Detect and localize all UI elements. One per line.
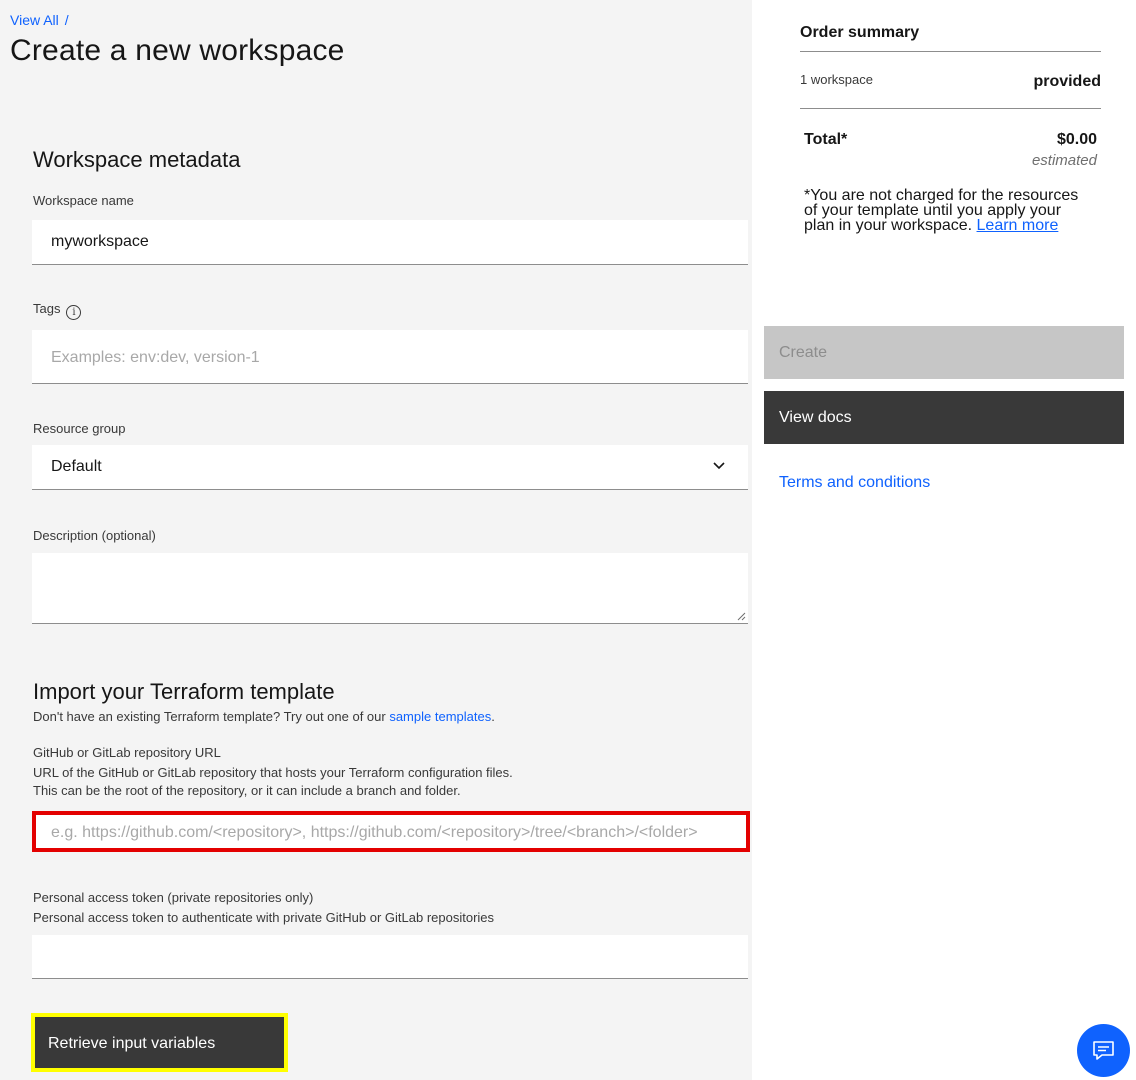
- repo-url-help-2: This can be the root of the repository, …: [33, 783, 461, 798]
- total-label: Total*: [804, 131, 848, 148]
- chat-button[interactable]: [1077, 1024, 1130, 1077]
- breadcrumb-separator: /: [64, 12, 69, 28]
- tags-placeholder: Examples: env:dev, version-1: [51, 349, 260, 366]
- summary-divider: [800, 108, 1101, 109]
- view-docs-button[interactable]: View docs: [764, 391, 1124, 444]
- chevron-down-icon: [713, 462, 725, 470]
- token-help: Personal access token to authenticate wi…: [33, 910, 495, 925]
- workspace-metadata-heading: Workspace metadata: [33, 147, 241, 172]
- summary-panel: Order summary 1 workspace provided Total…: [752, 0, 1136, 1080]
- repo-url-placeholder: e.g. https://github.com/<repository>, ht…: [51, 824, 698, 841]
- summary-divider: [800, 51, 1101, 52]
- token-label: Personal access token (private repositor…: [33, 890, 314, 905]
- breadcrumb: View All /: [10, 12, 69, 28]
- charge-note: *You are not charged for the resources o…: [804, 188, 1094, 234]
- total-value: $0.00: [1056, 131, 1097, 148]
- workspace-name-input[interactable]: myworkspace: [32, 220, 748, 265]
- resource-group-label: Resource group: [33, 421, 126, 436]
- retrieve-button-label: Retrieve input variables: [48, 1035, 216, 1052]
- import-template-heading: Import your Terraform template: [33, 679, 335, 704]
- repo-url-input[interactable]: e.g. https://github.com/<repository>, ht…: [32, 811, 750, 852]
- repo-url-label: GitHub or GitLab repository URL: [33, 745, 221, 760]
- tags-label-text: Tags: [33, 301, 61, 316]
- summary-item-value: provided: [1033, 73, 1101, 90]
- description-label: Description (optional): [33, 528, 156, 543]
- tags-input[interactable]: Examples: env:dev, version-1: [32, 330, 748, 384]
- sample-templates-link[interactable]: sample templates: [389, 709, 491, 724]
- terms-and-conditions-link[interactable]: Terms and conditions: [779, 474, 930, 492]
- description-textarea[interactable]: [32, 553, 748, 624]
- view-docs-button-label: View docs: [779, 409, 852, 426]
- resource-group-select[interactable]: Default: [32, 445, 748, 490]
- template-intro-text: Don't have an existing Terraform templat…: [33, 709, 390, 724]
- page-title: Create a new workspace: [10, 34, 345, 67]
- form-panel: View All / Create a new workspace Workspa…: [0, 0, 752, 1080]
- token-input[interactable]: [32, 935, 748, 979]
- workspace-name-value: myworkspace: [51, 233, 149, 250]
- repo-url-help-1: URL of the GitHub or GitLab repository t…: [33, 765, 513, 780]
- chat-icon: [1093, 1041, 1114, 1060]
- create-button-label: Create: [779, 344, 828, 361]
- learn-more-link[interactable]: Learn more: [977, 217, 1059, 234]
- resource-group-value: Default: [51, 458, 102, 475]
- template-intro: Don't have an existing Terraform templat…: [33, 708, 495, 726]
- info-icon[interactable]: i: [66, 305, 82, 320]
- template-intro-end: .: [491, 709, 495, 724]
- estimated-label: estimated: [1031, 152, 1097, 169]
- tags-label: Tags i: [33, 301, 82, 320]
- workspace-name-label: Workspace name: [33, 193, 134, 208]
- summary-item-label: 1 workspace: [800, 72, 873, 87]
- create-button[interactable]: Create: [764, 326, 1124, 379]
- order-summary-title: Order summary: [800, 24, 920, 41]
- retrieve-input-variables-button[interactable]: Retrieve input variables: [31, 1013, 288, 1072]
- breadcrumb-view-all-link[interactable]: View All: [10, 12, 59, 28]
- resize-handle-icon[interactable]: [736, 611, 746, 621]
